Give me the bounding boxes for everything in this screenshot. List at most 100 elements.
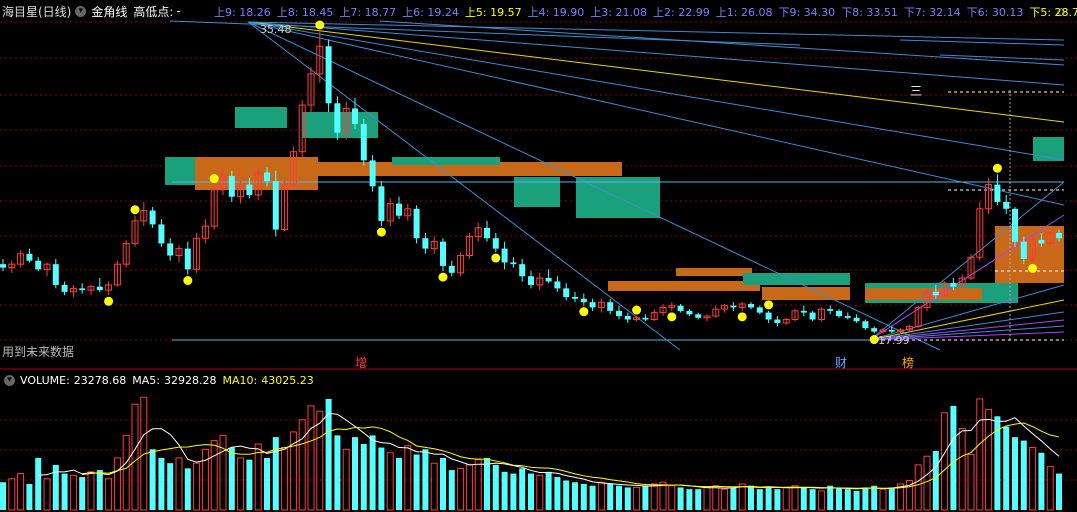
candle-body — [501, 248, 508, 263]
candle-body — [950, 283, 957, 287]
level-item: 上6: 19.24 — [402, 4, 459, 20]
candle-body — [827, 309, 834, 311]
zone-box — [743, 273, 850, 285]
highlow-dot — [1028, 263, 1038, 273]
level-value: 19.90 — [549, 6, 585, 19]
highlow-dot — [992, 163, 1002, 173]
candle-body — [888, 329, 895, 332]
level-item: 下8: 33.51 — [841, 4, 898, 20]
mark-san: 三 — [910, 84, 922, 98]
highlow-dot — [209, 174, 219, 184]
candle-body — [422, 238, 429, 249]
volume-bar — [554, 477, 561, 510]
stock-title[interactable]: 海目星(日线) — [2, 3, 71, 20]
candle-body — [440, 241, 446, 266]
volume-bar — [440, 457, 446, 510]
candle-body — [396, 203, 402, 216]
volume-bar — [748, 485, 754, 510]
volume-bar — [448, 470, 455, 510]
volume-bar — [809, 489, 816, 510]
candle-body — [528, 276, 534, 285]
volume-bar — [800, 487, 807, 510]
volume-label: VOLUME: — [20, 373, 70, 387]
volume-bar — [774, 489, 781, 510]
level-value: 28.7 — [1051, 6, 1077, 19]
candle-body — [871, 328, 878, 332]
candle-body — [836, 310, 842, 317]
highlow-label: 高低点: — [133, 4, 174, 19]
candle-body — [748, 303, 754, 308]
highlow-dot — [376, 227, 386, 237]
candle-body — [158, 224, 165, 244]
highlow-dot — [764, 300, 774, 310]
candle-body — [1003, 201, 1010, 209]
volume-bar — [836, 487, 842, 510]
level-label: 下5: — [1029, 6, 1052, 19]
indicator-name[interactable]: 金角线 — [91, 3, 127, 20]
level-item: 下5: 28.7 — [1029, 4, 1077, 20]
volume-bar — [1003, 426, 1010, 510]
level-value: 19.57 — [486, 6, 522, 19]
volume-bar — [827, 485, 834, 510]
volume-bar — [853, 490, 860, 510]
level-value: 30.13 — [988, 6, 1024, 19]
level-label: 上7: — [339, 6, 362, 19]
volume-bar — [413, 454, 420, 510]
candle-body — [932, 291, 939, 296]
candle-body — [167, 243, 174, 256]
candle-body — [589, 302, 596, 308]
level-item: 上8: 18.45 — [277, 4, 334, 20]
volume-menu-icon[interactable]: ▾ — [4, 374, 15, 386]
volume-bar — [396, 457, 402, 510]
volume-bar — [888, 487, 895, 510]
candle-body — [360, 124, 367, 161]
level-value: 33.51 — [862, 6, 898, 19]
candle-body — [264, 172, 270, 182]
volume-bar — [0, 482, 6, 510]
volume-bar — [484, 457, 490, 510]
level-value: 26.08 — [737, 6, 773, 19]
ma5-value: 32928.28 — [164, 373, 217, 387]
candle-body — [325, 46, 332, 104]
candle-body — [492, 238, 499, 249]
level-readout: 上9: 18.26 上8: 18.45 上7: 18.77 上6: 19.24 上5: … — [214, 4, 1077, 20]
volume-bar — [1056, 473, 1062, 510]
level-value: 32.14 — [925, 6, 961, 19]
volume-bar — [624, 487, 631, 510]
volume-header: ▾ VOLUME: 23278.68 MA5: 32928.28 MA10: 4… — [0, 371, 314, 389]
volume-bar — [422, 449, 429, 510]
candle-body — [730, 305, 737, 308]
candle-body — [853, 317, 860, 322]
candle-body — [246, 184, 253, 195]
volume-bar — [1038, 452, 1045, 510]
low-price-label: 17.99 — [878, 334, 910, 347]
volume-bar — [246, 459, 253, 510]
volume-bar — [950, 405, 957, 510]
indicator-menu-icon[interactable]: ▾ — [75, 5, 87, 17]
volume-bar — [871, 485, 878, 510]
level-label: 下8: — [841, 6, 863, 19]
candle-body — [1056, 233, 1062, 239]
highlow-dot — [130, 205, 140, 215]
zone-box — [676, 268, 752, 276]
high-price-label: 35.48 — [260, 23, 292, 36]
candle-body — [695, 314, 702, 318]
level-value: 18.26 — [235, 6, 271, 19]
candle-body — [484, 227, 490, 239]
volume-bar — [589, 485, 596, 510]
candle-body — [510, 262, 517, 265]
candle-body — [809, 312, 816, 320]
zone-box — [235, 107, 287, 128]
event-zeng-marker: 增 — [355, 356, 367, 370]
stock-chart[interactable]: 35.48 17.99 用到未来数据 三 增 财 榜 ◇ — [0, 0, 1077, 512]
candle-body — [844, 316, 851, 318]
zone-box — [165, 157, 195, 185]
volume-bar — [677, 487, 684, 510]
volume-bar — [563, 480, 570, 510]
level-item: 下6: 30.13 — [967, 4, 1024, 20]
candle-body — [563, 288, 570, 298]
candle-body — [413, 208, 420, 239]
future-data-note: 用到未来数据 — [2, 344, 74, 359]
zone-box — [608, 281, 760, 291]
candle-body — [79, 288, 86, 291]
